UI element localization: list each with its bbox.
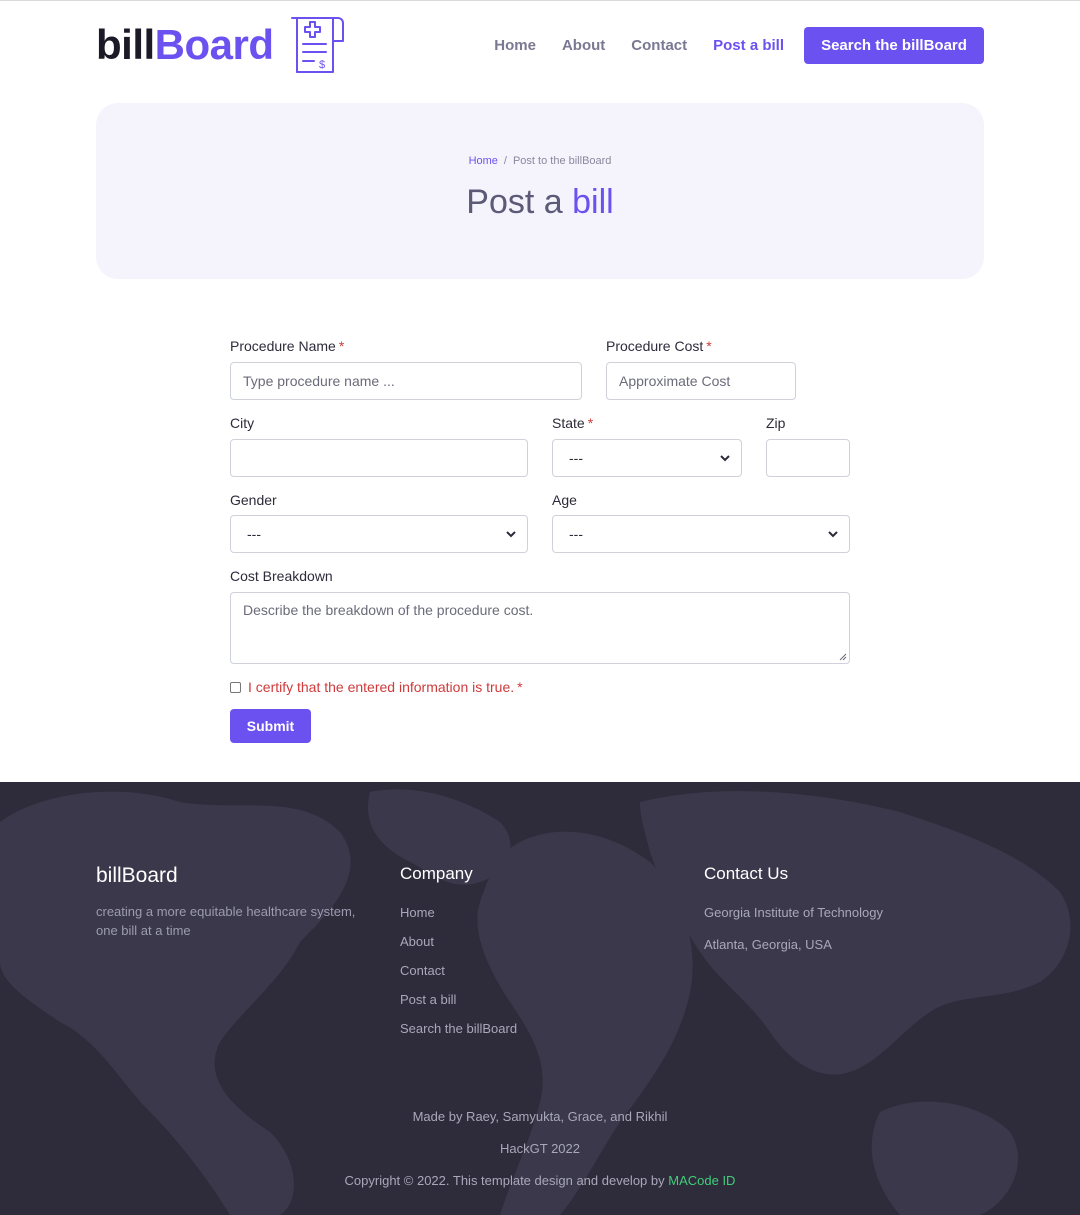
- footer-brand: billBoard: [96, 864, 178, 887]
- breadcrumb-home-link[interactable]: Home: [469, 155, 498, 167]
- procedure-name-label: Procedure Name *: [230, 338, 344, 354]
- svg-text:$: $: [319, 59, 325, 71]
- submit-button[interactable]: Submit: [230, 709, 311, 743]
- certify-label-text: I certify that the entered information i…: [248, 679, 515, 695]
- footer-copyright: Copyright © 2022. This template design a…: [0, 1173, 1080, 1188]
- state-select[interactable]: ---: [552, 439, 742, 477]
- footer-contact-location: Atlanta, Georgia, USA: [704, 937, 832, 952]
- footer-link-post-a-bill[interactable]: Post a bill: [400, 992, 517, 1021]
- required-marker: *: [706, 338, 712, 354]
- site-header: billBoard $ Home About Contact Post a bi…: [0, 0, 1080, 90]
- footer-brand-column: billBoard creating a more equitable heal…: [96, 864, 366, 940]
- chevron-down-icon: [828, 531, 838, 538]
- zip-label: Zip: [766, 415, 786, 431]
- cost-breakdown-placeholder: Describe the breakdown of the procedure …: [243, 602, 534, 618]
- main-nav: Home About Contact Post a bill Search th…: [468, 27, 984, 64]
- state-label-text: State: [552, 415, 585, 431]
- procedure-cost-label-text: Procedure Cost: [606, 338, 704, 354]
- logo-link[interactable]: billBoard $: [96, 14, 346, 76]
- page-hero: Home / Post to the billBoard Post a bill: [96, 103, 984, 279]
- page-title-highlight: bill: [572, 183, 614, 221]
- footer-event: HackGT 2022: [500, 1141, 580, 1156]
- medical-bill-icon: $: [290, 17, 344, 73]
- footer-tagline: creating a more equitable healthcare sys…: [96, 904, 356, 938]
- state-selected-value: ---: [569, 450, 583, 466]
- age-label: Age: [552, 492, 577, 508]
- gender-label: Gender: [230, 492, 277, 508]
- gender-selected-value: ---: [247, 526, 261, 542]
- page-title-text: Post a: [466, 183, 573, 221]
- footer-contact-heading: Contact Us: [704, 864, 789, 883]
- zip-input[interactable]: [766, 439, 850, 477]
- footer-link-search-billboard[interactable]: Search the billBoard: [400, 1021, 517, 1050]
- nav-about[interactable]: About: [562, 37, 605, 54]
- breadcrumb-current: Post to the billBoard: [512, 155, 612, 167]
- footer-copyright-link[interactable]: MACode ID: [668, 1173, 735, 1188]
- logo-text-board: Board: [154, 21, 274, 68]
- certify-checkbox[interactable]: [230, 681, 241, 693]
- nav-post-a-bill[interactable]: Post a bill: [713, 37, 784, 54]
- cost-breakdown-textarea[interactable]: Describe the breakdown of the procedure …: [230, 592, 850, 664]
- footer-copyright-text: Copyright © 2022. This template design a…: [344, 1173, 669, 1188]
- procedure-name-input[interactable]: Type procedure name ...: [230, 362, 582, 400]
- cost-breakdown-label: Cost Breakdown: [230, 568, 333, 584]
- procedure-cost-label: Procedure Cost *: [606, 338, 712, 354]
- footer-company-heading: Company: [400, 864, 473, 883]
- page-title: Post a bill: [96, 183, 984, 222]
- state-label: State *: [552, 415, 593, 431]
- certify-row: I certify that the entered information i…: [230, 679, 523, 695]
- age-selected-value: ---: [569, 526, 583, 542]
- footer-link-contact[interactable]: Contact: [400, 963, 517, 992]
- procedure-name-placeholder: Type procedure name ...: [243, 373, 395, 389]
- nav-home[interactable]: Home: [494, 37, 536, 54]
- footer-link-about[interactable]: About: [400, 934, 517, 963]
- chevron-down-icon: [506, 531, 516, 538]
- required-marker: *: [517, 679, 523, 695]
- footer-company-column: Company Home About Contact Post a bill S…: [400, 864, 517, 1050]
- nav-contact[interactable]: Contact: [631, 37, 687, 54]
- logo-wordmark: billBoard: [96, 21, 274, 69]
- chevron-down-icon: [720, 455, 730, 462]
- footer-credits: Made by Raey, Samyukta, Grace, and Rikhi…: [412, 1109, 668, 1124]
- gender-select[interactable]: ---: [230, 515, 528, 553]
- age-select[interactable]: ---: [552, 515, 850, 553]
- logo-text-bill: bill: [96, 21, 155, 68]
- footer-link-home[interactable]: Home: [400, 905, 517, 934]
- footer-contact-column: Contact Us Georgia Institute of Technolo…: [704, 864, 883, 969]
- procedure-cost-input[interactable]: Approximate Cost: [606, 362, 796, 400]
- required-marker: *: [587, 415, 594, 431]
- required-marker: *: [338, 338, 345, 354]
- resize-grip-icon[interactable]: [839, 653, 847, 661]
- city-input[interactable]: [230, 439, 528, 477]
- procedure-cost-placeholder: Approximate Cost: [619, 373, 731, 389]
- certify-label[interactable]: I certify that the entered information i…: [248, 679, 523, 695]
- breadcrumb: Home / Post to the billBoard: [96, 155, 984, 167]
- search-billboard-button[interactable]: Search the billBoard: [804, 27, 984, 64]
- footer-contact-info: Georgia Institute of Technology Atlanta,…: [704, 905, 883, 969]
- footer-contact-organization: Georgia Institute of Technology: [704, 905, 883, 920]
- site-footer: billBoard creating a more equitable heal…: [0, 782, 1080, 1215]
- footer-company-links: Home About Contact Post a bill Search th…: [400, 905, 517, 1050]
- breadcrumb-separator: /: [503, 155, 507, 167]
- procedure-name-label-text: Procedure Name: [230, 338, 336, 354]
- city-label: City: [230, 415, 255, 431]
